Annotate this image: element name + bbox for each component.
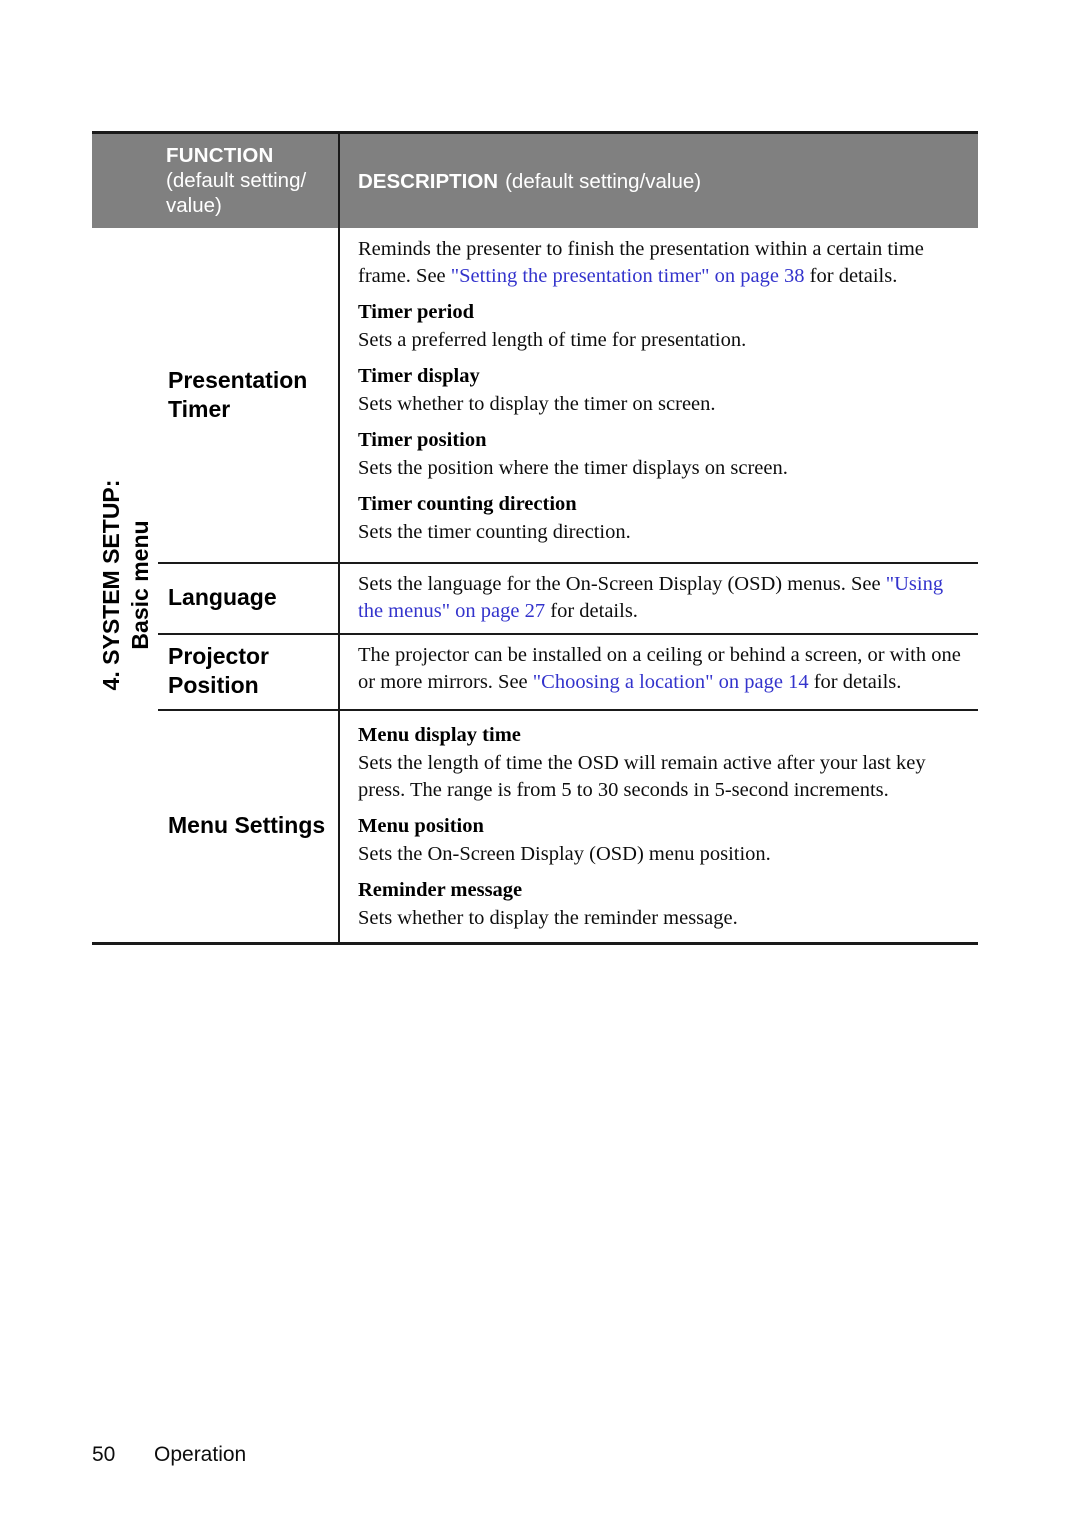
function-label: Menu Settings [168,812,326,838]
function-cell-language: Language [92,562,340,633]
cross-reference-link[interactable]: "Choosing a location" on page 14 [533,671,809,693]
function-cell-menu-settings: Menu Settings [92,709,340,942]
function-label: Projector Position [168,643,269,698]
sub-heading-timer-period: Timer period [358,301,474,323]
column-header-function-title: FUNCTION [166,144,274,167]
description-cell-menu-settings: Menu display time Sets the length of tim… [340,709,978,942]
sub-body-menu-display-time: Sets the length of time the OSD will rem… [358,752,926,801]
sub-body-menu-position: Sets the On-Screen Display (OSD) menu po… [358,843,771,865]
osd-function-table: FUNCTION (default setting/ value) DESCRI… [92,131,978,945]
table-header-row: FUNCTION (default setting/ value) DESCRI… [92,131,978,228]
intro-suffix: for details. [804,265,898,287]
document-page: FUNCTION (default setting/ value) DESCRI… [0,0,1080,1529]
footer-section-title: Operation [154,1443,247,1466]
table-row: Projector Position The projector can be … [92,633,978,709]
sub-heading-menu-position: Menu position [358,815,484,837]
page-number: 50 [92,1443,116,1466]
description-cell-presentation-timer: Reminds the presenter to finish the pres… [340,228,978,562]
table-row: Menu Settings Menu display time Sets the… [92,709,978,942]
column-header-description: DESCRIPTION (default setting/value) [340,134,978,228]
sub-body-timer-display: Sets whether to display the timer on scr… [358,393,716,415]
table-row: Language Sets the language for the On-Sc… [92,562,978,633]
description-cell-language: Sets the language for the On-Screen Disp… [340,562,978,633]
function-cell-presentation-timer: Presentation Timer [92,228,340,562]
page-footer: 50 Operation [92,1443,246,1467]
body-suffix: for details. [545,600,638,622]
body-suffix: for details. [808,671,902,693]
cross-reference-link[interactable]: "Setting the presentation timer" on page… [451,265,805,287]
column-header-description-subtitle: (default setting/value) [505,170,702,193]
sub-heading-timer-display: Timer display [358,365,480,387]
sub-body-timer-period: Sets a preferred length of time for pres… [358,329,747,351]
column-header-function: FUNCTION (default setting/ value) [92,134,340,228]
function-label: Language [168,584,277,610]
table-row: Presentation Timer Reminds the presenter… [92,228,978,562]
description-body: The projector can be installed on a ceil… [358,642,972,696]
description-body: Sets the language for the On-Screen Disp… [358,571,972,625]
description-cell-projector-position: The projector can be installed on a ceil… [340,633,978,709]
sub-body-timer-counting-direction: Sets the timer counting direction. [358,521,631,543]
column-header-function-subtitle: (default setting/ value) [166,169,307,217]
table-body: 4. SYSTEM SETUP: Basic menu Presentation… [92,228,978,945]
function-label: Presentation Timer [168,367,308,422]
body-prefix: Sets the language for the On-Screen Disp… [358,573,886,595]
sub-heading-timer-position: Timer position [358,429,487,451]
description-intro: Reminds the presenter to finish the pres… [358,236,972,290]
function-cell-projector-position: Projector Position [92,633,340,709]
sub-body-reminder-message: Sets whether to display the reminder mes… [358,907,738,929]
column-header-description-title: DESCRIPTION [358,170,499,193]
sub-heading-timer-counting-direction: Timer counting direction [358,493,577,515]
sub-heading-menu-display-time: Menu display time [358,724,521,746]
sub-body-timer-position: Sets the position where the timer displa… [358,457,788,479]
sub-heading-reminder-message: Reminder message [358,879,523,901]
